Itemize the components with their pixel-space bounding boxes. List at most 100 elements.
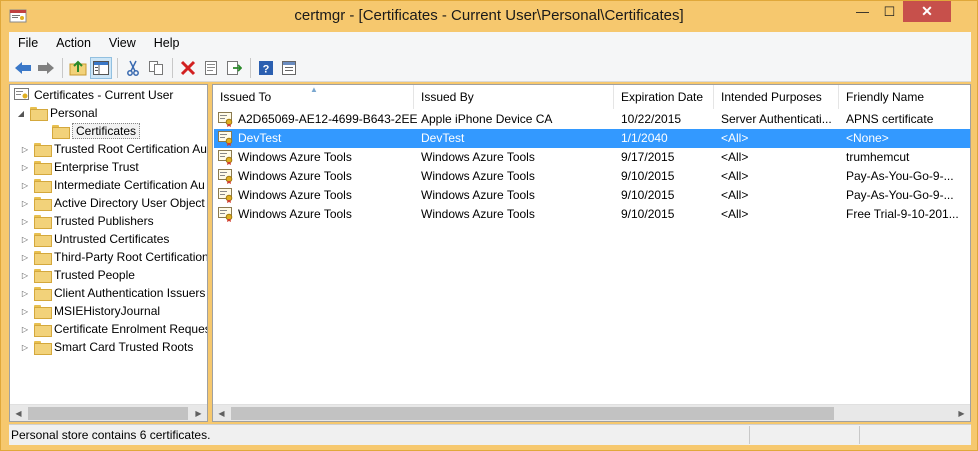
- table-row[interactable]: Windows Azure Tools Windows Azure Tools 9/…: [214, 167, 970, 186]
- expand-icon[interactable]: ▷: [20, 235, 30, 244]
- table-row[interactable]: DevTest DevTest 1/1/2040 <All> <None>: [214, 129, 970, 148]
- column-header-label: Friendly Name: [846, 90, 925, 104]
- tree-root-node[interactable]: Certificates - Current User: [14, 86, 173, 104]
- tree-node-store[interactable]: ▷ Untrusted Certificates: [20, 230, 169, 248]
- table-cell: Windows Azure Tools: [238, 150, 352, 164]
- table-cell: DevTest: [238, 131, 282, 145]
- column-header-friendly-name[interactable]: Friendly Name: [839, 85, 970, 109]
- tree-node-label: Certificates: [72, 123, 141, 139]
- table-row[interactable]: Windows Azure Tools Windows Azure Tools 9/…: [214, 148, 970, 167]
- tree-node-store[interactable]: ▷ Client Authentication Issuers: [20, 284, 205, 302]
- show-hide-console-tree-button[interactable]: [90, 56, 112, 79]
- tree-node-store[interactable]: ▷ Trusted People: [20, 266, 135, 284]
- expand-icon[interactable]: ▷: [20, 199, 30, 208]
- table-cell: <All>: [721, 207, 749, 221]
- certificate-icon: [218, 150, 233, 165]
- tree-horizontal-scrollbar[interactable]: ◀ ▶: [10, 404, 207, 421]
- scrollbar-thumb[interactable]: [28, 407, 188, 420]
- expand-icon[interactable]: ▷: [20, 271, 30, 280]
- status-divider: [749, 426, 750, 444]
- copy-button[interactable]: [145, 57, 167, 79]
- table-row[interactable]: Windows Azure Tools Windows Azure Tools 9/…: [214, 205, 970, 224]
- menu-file[interactable]: File: [9, 36, 47, 50]
- toolbar: ?: [9, 54, 971, 82]
- tree-node-store[interactable]: ▷ Third-Party Root Certification: [20, 248, 207, 266]
- scrollbar-thumb[interactable]: [231, 407, 834, 420]
- properties-button[interactable]: [200, 57, 222, 79]
- help-button[interactable]: ?: [255, 57, 277, 79]
- tree-node-personal[interactable]: ◢ Personal: [16, 104, 97, 122]
- title-bar[interactable]: certmgr - [Certificates - Current User\P…: [1, 1, 977, 32]
- expand-icon[interactable]: ▷: [20, 325, 30, 334]
- expand-icon[interactable]: ▷: [20, 217, 30, 226]
- expand-icon[interactable]: ▷: [20, 163, 30, 172]
- tree-node-store[interactable]: ▷ Smart Card Trusted Roots: [20, 338, 193, 356]
- expand-icon[interactable]: ▷: [20, 307, 30, 316]
- status-bar: Personal store contains 6 certificates.: [9, 424, 971, 445]
- delete-button[interactable]: [177, 57, 199, 79]
- scroll-right-arrow-icon[interactable]: ▶: [190, 405, 207, 421]
- properties-icon: [205, 60, 217, 75]
- open-folder-icon: [52, 125, 70, 139]
- expand-icon[interactable]: ▷: [20, 289, 30, 298]
- certificate-icon: [218, 112, 233, 127]
- menu-help[interactable]: Help: [145, 36, 189, 50]
- column-header-label: Expiration Date: [621, 90, 704, 104]
- status-text: Personal store contains 6 certificates.: [11, 428, 211, 442]
- certificate-store-icon: [14, 88, 29, 100]
- up-one-level-button[interactable]: [67, 57, 89, 79]
- table-cell: Windows Azure Tools: [421, 169, 535, 183]
- forward-arrow-icon: [38, 61, 54, 74]
- table-row[interactable]: A2D65069-AE12-4699-B643-2EE... Apple iPho…: [214, 110, 970, 129]
- cut-button[interactable]: [122, 57, 144, 79]
- table-cell: <None>: [846, 131, 889, 145]
- cut-icon: [127, 60, 139, 76]
- expand-icon[interactable]: ▷: [20, 343, 30, 352]
- list-horizontal-scrollbar[interactable]: ◀ ▶: [213, 404, 970, 421]
- table-cell: <All>: [721, 131, 749, 145]
- table-row[interactable]: Windows Azure Tools Windows Azure Tools 9/…: [214, 186, 970, 205]
- forward-button[interactable]: [35, 57, 57, 79]
- menu-action[interactable]: Action: [47, 36, 100, 50]
- menu-view[interactable]: View: [100, 36, 145, 50]
- minimize-button[interactable]: —: [849, 1, 876, 22]
- folder-icon: [34, 287, 52, 301]
- certificate-list-pane[interactable]: Issued To ▲ Issued By Expiration Date In…: [212, 84, 971, 422]
- help-topics-button[interactable]: [278, 57, 300, 79]
- tree-node-store[interactable]: ▷ Trusted Publishers: [20, 212, 154, 230]
- maximize-button[interactable]: ☐: [876, 1, 903, 22]
- toolbar-separator: [172, 57, 173, 78]
- expand-icon[interactable]: ▷: [20, 253, 30, 262]
- tree-node-label: MSIEHistoryJournal: [54, 304, 161, 318]
- table-cell: <All>: [721, 150, 749, 164]
- tree-node-label: Personal: [50, 106, 98, 120]
- expand-icon[interactable]: ▷: [20, 145, 30, 154]
- export-list-icon: [227, 60, 242, 75]
- table-cell: Windows Azure Tools: [238, 188, 352, 202]
- export-list-button[interactable]: [223, 57, 245, 79]
- expand-icon[interactable]: ▷: [20, 181, 30, 190]
- column-header-intended-purposes[interactable]: Intended Purposes: [714, 85, 839, 109]
- column-header-expiration-date[interactable]: Expiration Date: [614, 85, 714, 109]
- tree-node-store[interactable]: ▷ MSIEHistoryJournal: [20, 302, 160, 320]
- tree-node-certificates[interactable]: Certificates: [52, 122, 141, 140]
- collapse-icon[interactable]: ◢: [16, 109, 26, 118]
- tree-node-store[interactable]: ▷ Enterprise Trust: [20, 158, 139, 176]
- table-cell: Pay-As-You-Go-9-...: [846, 188, 954, 202]
- column-header-issued-by[interactable]: Issued By: [414, 85, 614, 109]
- scroll-left-arrow-icon[interactable]: ◀: [10, 405, 27, 421]
- scroll-right-arrow-icon[interactable]: ▶: [953, 405, 970, 421]
- help-icon: ?: [259, 60, 273, 75]
- back-button[interactable]: [12, 57, 34, 79]
- folder-icon: [30, 107, 48, 121]
- tree-node-label: Certificate Enrolment Reques: [54, 322, 208, 336]
- scroll-left-arrow-icon[interactable]: ◀: [213, 405, 230, 421]
- tree-node-store[interactable]: ▷ Trusted Root Certification Au: [20, 140, 207, 158]
- close-button[interactable]: ✕: [903, 1, 951, 22]
- tree-node-store[interactable]: ▷ Active Directory User Object: [20, 194, 205, 212]
- console-tree-pane[interactable]: Certificates - Current User ◢ Personal C…: [9, 84, 208, 422]
- tree-node-store[interactable]: ▷ Certificate Enrolment Reques: [20, 320, 208, 338]
- tree-node-store[interactable]: ▷ Intermediate Certification Au: [20, 176, 205, 194]
- table-cell: Server Authenticati...: [721, 112, 832, 126]
- copy-icon: [149, 60, 163, 75]
